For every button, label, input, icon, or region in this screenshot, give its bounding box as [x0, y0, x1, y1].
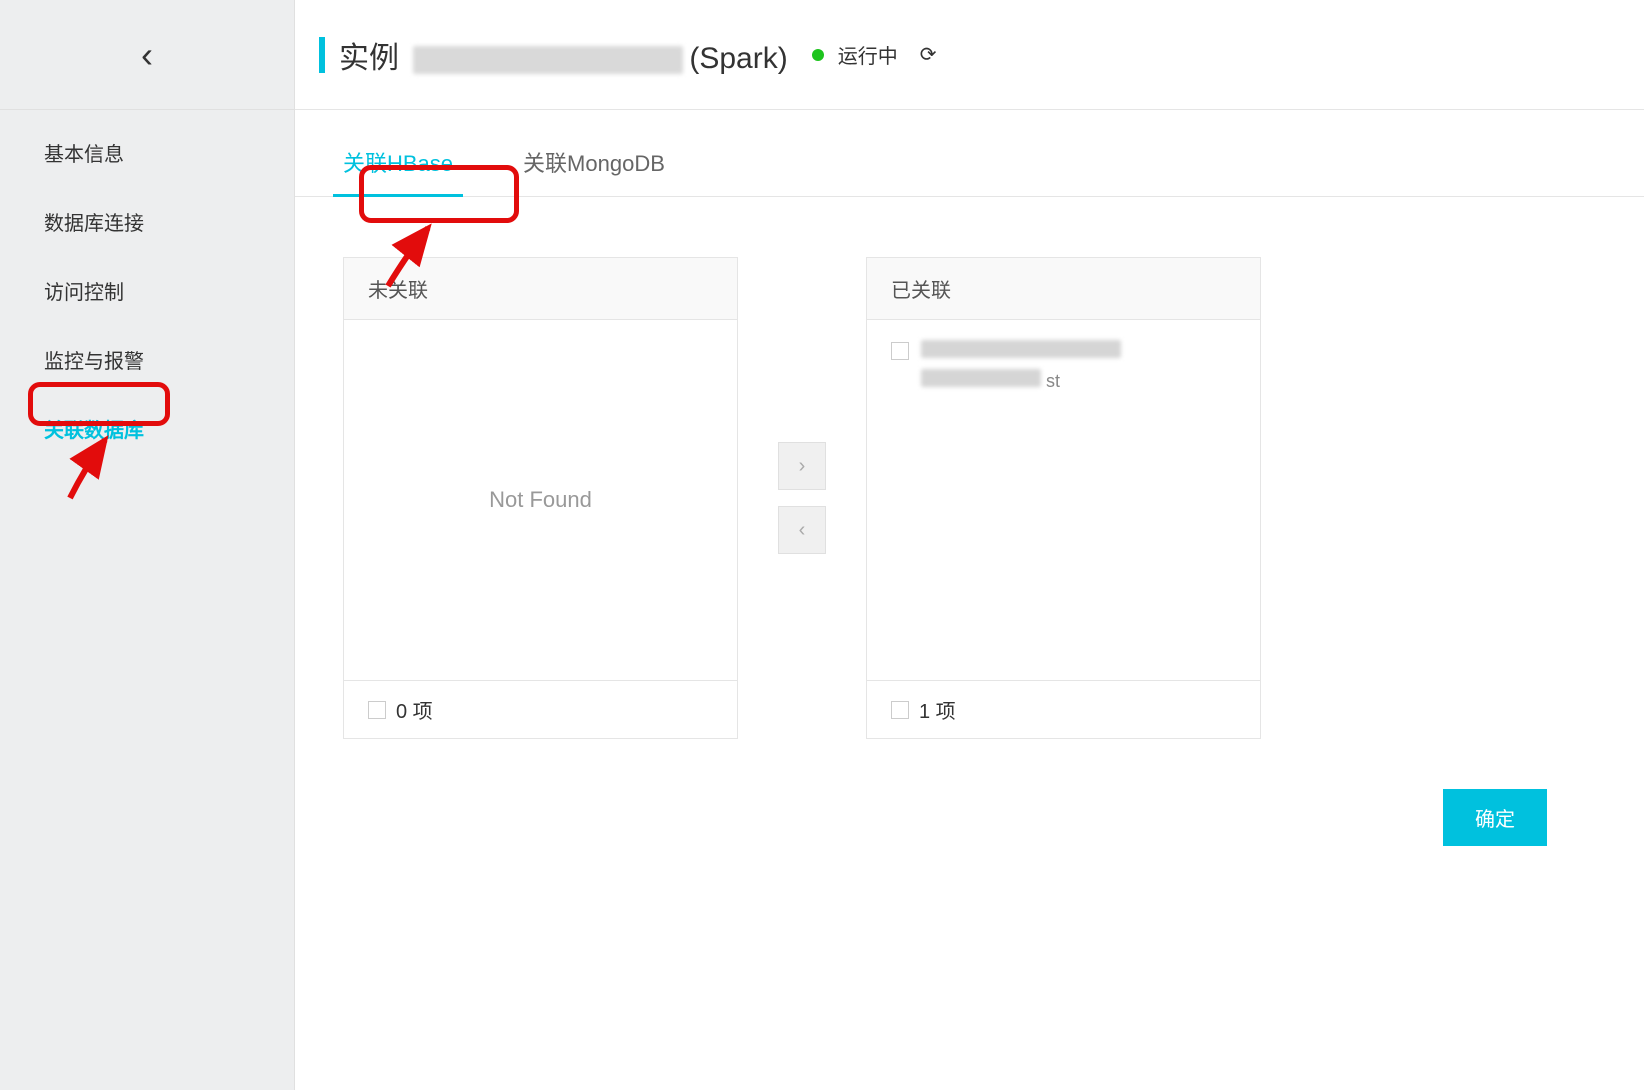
- back-icon[interactable]: ‹: [141, 34, 153, 76]
- page-header: 实例 (Spark) 运行中 ⟳: [295, 0, 1644, 110]
- item-label-redacted: st: [921, 340, 1121, 392]
- transfer-panel-linked: 已关联 st 1 项: [866, 257, 1261, 739]
- unlinked-count: 0 项: [396, 695, 433, 724]
- transfer-footer-linked: 1 项: [867, 680, 1260, 738]
- instance-id-redacted: [413, 46, 683, 74]
- transfer-body-unlinked: Not Found: [344, 320, 737, 680]
- tabs: 关联HBase 关联MongoDB: [295, 110, 1644, 197]
- transfer-panel-unlinked: 未关联 Not Found 0 项: [343, 257, 738, 739]
- linked-count: 1 项: [919, 695, 956, 724]
- sidebar-item-db-connection[interactable]: 数据库连接: [0, 187, 294, 256]
- sidebar-header: ‹: [0, 0, 294, 110]
- title-accent-bar: [319, 37, 325, 73]
- empty-text: Not Found: [489, 487, 592, 513]
- title-suffix: (Spark): [689, 42, 787, 75]
- confirm-row: 确定: [295, 769, 1595, 866]
- item-checkbox[interactable]: [891, 342, 909, 360]
- main-content: 实例 (Spark) 运行中 ⟳ 关联HBase 关联MongoDB 未关联 N…: [295, 0, 1644, 1090]
- sidebar-nav: 基本信息 数据库连接 访问控制 监控与报警 关联数据库: [0, 110, 294, 463]
- title-prefix: 实例: [339, 42, 399, 75]
- page-title: 实例 (Spark): [339, 33, 788, 77]
- move-left-button[interactable]: ‹: [778, 506, 826, 554]
- confirm-button[interactable]: 确定: [1443, 789, 1547, 846]
- status-dot-icon: [812, 49, 824, 61]
- chevron-left-icon: ‹: [799, 519, 806, 542]
- tab-hbase[interactable]: 关联HBase: [343, 146, 453, 196]
- select-all-linked-checkbox[interactable]: [891, 701, 909, 719]
- sidebar-item-access-control[interactable]: 访问控制: [0, 256, 294, 325]
- sidebar-item-link-database[interactable]: 关联数据库: [0, 394, 294, 463]
- transfer-header-unlinked: 未关联: [344, 258, 737, 320]
- sidebar-item-basic-info[interactable]: 基本信息: [0, 118, 294, 187]
- move-right-button[interactable]: ›: [778, 442, 826, 490]
- sidebar: ‹ 基本信息 数据库连接 访问控制 监控与报警 关联数据库: [0, 0, 295, 1090]
- sidebar-item-monitor-alert[interactable]: 监控与报警: [0, 325, 294, 394]
- chevron-right-icon: ›: [799, 455, 806, 478]
- transfer-controls: › ‹: [778, 442, 826, 554]
- list-item[interactable]: st: [891, 340, 1236, 392]
- status-text: 运行中: [838, 40, 898, 69]
- transfer-body-linked: st: [867, 320, 1260, 680]
- select-all-unlinked-checkbox[interactable]: [368, 701, 386, 719]
- transfer-header-linked: 已关联: [867, 258, 1260, 320]
- transfer-footer-unlinked: 0 项: [344, 680, 737, 738]
- tab-mongodb[interactable]: 关联MongoDB: [523, 146, 665, 196]
- refresh-icon[interactable]: ⟳: [920, 42, 937, 67]
- transfer-container: 未关联 Not Found 0 项 › ‹ 已关联: [295, 197, 1644, 769]
